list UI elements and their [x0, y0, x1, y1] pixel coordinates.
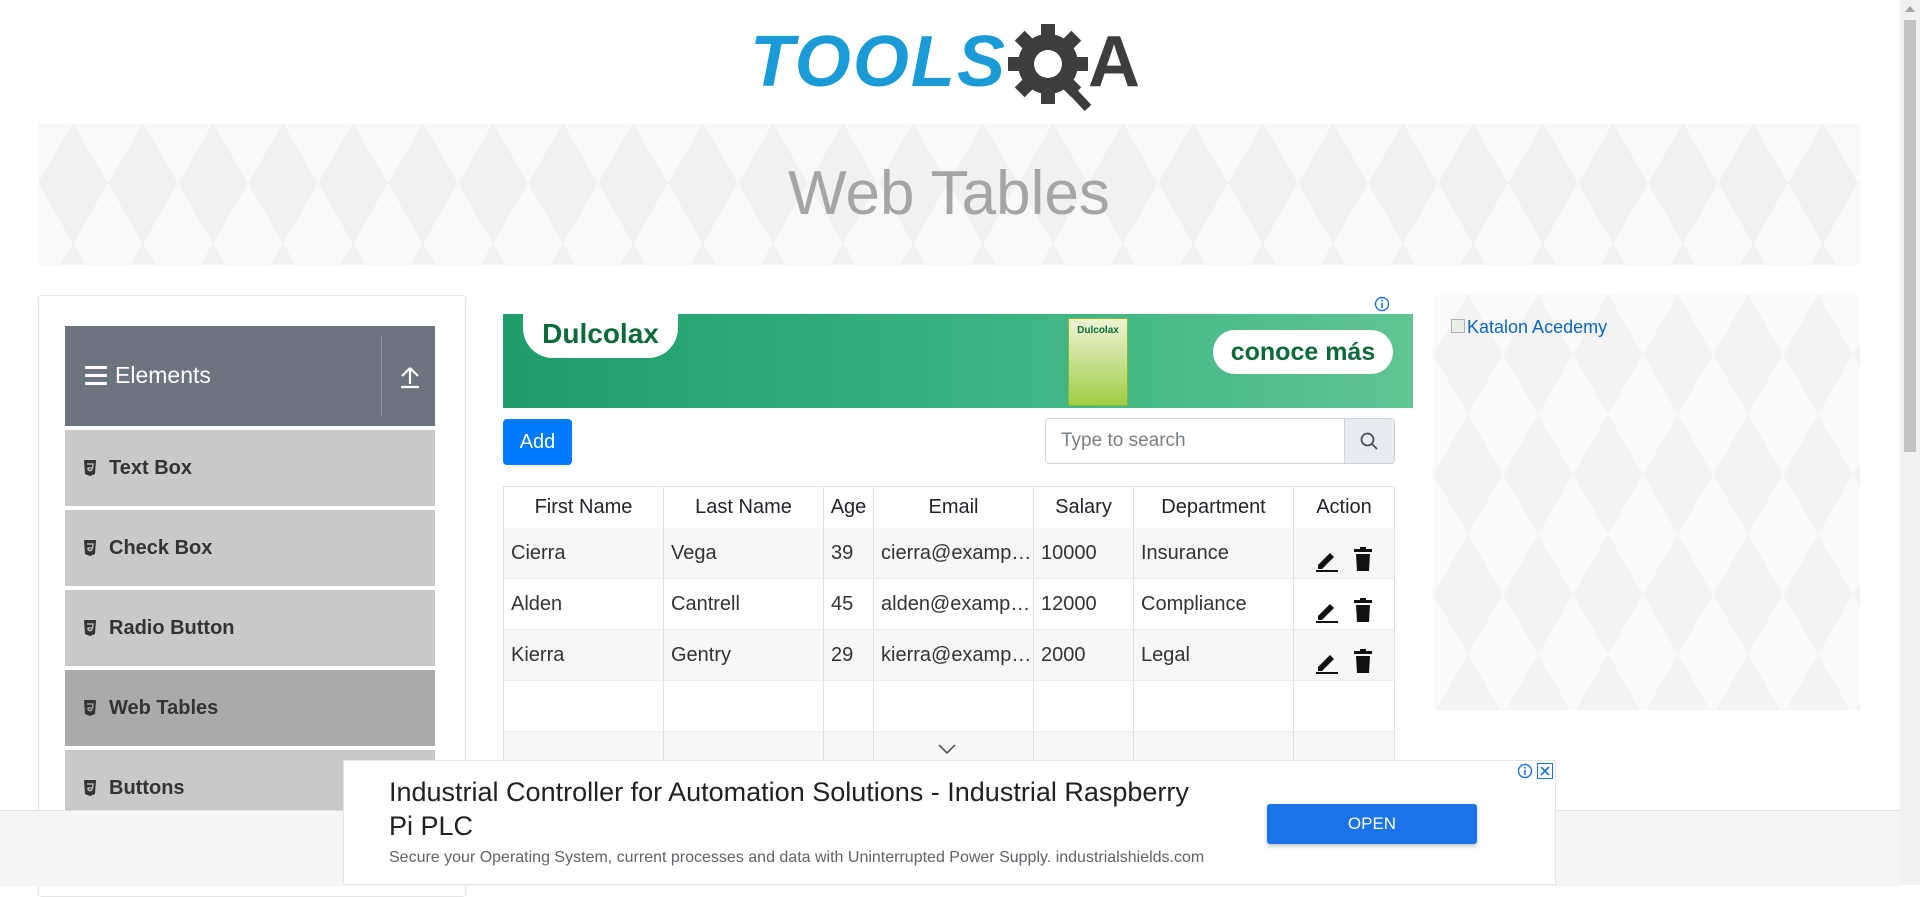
broken-image-icon [1451, 319, 1465, 333]
column-header-action: Action [1316, 496, 1372, 518]
ad-product-image: Dulcolax [1068, 318, 1128, 406]
cell-age: 29 [824, 630, 874, 680]
sidebar-item-label: Check Box [109, 537, 213, 559]
web-table: First Name Last Name Age Email Salary De… [503, 486, 1395, 766]
scroll-thumb[interactable] [1904, 20, 1916, 452]
ad-alt-text[interactable]: Katalon Acedemy [1467, 317, 1607, 338]
html5-icon [83, 700, 97, 716]
column-header-last-name[interactable]: Last Name [664, 487, 824, 528]
sidebar-item-web-tables[interactable]: Web Tables [65, 668, 435, 746]
cell-department: Insurance [1134, 528, 1294, 578]
dulcolax-ad-banner[interactable]: Dulcolax Dulcolax conoce más [503, 314, 1413, 408]
html5-icon [83, 620, 97, 636]
toolsqa-logo[interactable]: TOOLS A [750, 18, 1152, 114]
ad-description: Secure your Operating System, current pr… [389, 849, 1205, 866]
close-icon[interactable] [1537, 763, 1553, 779]
search-button[interactable] [1344, 419, 1394, 463]
hamburger-icon [85, 366, 107, 386]
cell-first-name: Alden [504, 579, 664, 629]
logo-text-tools: TOOLS [750, 22, 1005, 102]
elements-group-header[interactable]: Elements [65, 326, 435, 426]
column-header-salary[interactable]: Salary [1034, 487, 1134, 528]
cell-email: cierra@example.com [874, 528, 1034, 578]
ad-info-icon[interactable] [1374, 296, 1390, 312]
cell-last-name: Cantrell [664, 579, 824, 629]
delete-icon[interactable] [1350, 592, 1376, 622]
ad-cta-button[interactable]: conoce más [1213, 330, 1393, 374]
ad-headline[interactable]: Industrial Controller for Automation Sol… [389, 775, 1189, 843]
table-row-empty [504, 681, 1394, 732]
table-header: First Name Last Name Age Email Salary De… [504, 487, 1394, 529]
table-row: Cierra Vega 39 cierra@example.com 10000 … [504, 528, 1394, 579]
cell-action [1294, 579, 1394, 629]
cell-first-name: Cierra [504, 528, 664, 578]
html5-icon [83, 540, 97, 556]
column-header-department[interactable]: Department [1134, 487, 1294, 528]
ad-brand-logo: Dulcolax [523, 314, 678, 358]
sidebar-item-label: Radio Button [109, 617, 235, 639]
delete-icon[interactable] [1350, 643, 1376, 673]
chevron-down-icon[interactable] [937, 742, 957, 755]
group-title: Elements [115, 362, 211, 388]
cell-first-name: Kierra [504, 630, 664, 680]
cell-department: Legal [1134, 630, 1294, 680]
edit-icon[interactable] [1314, 592, 1340, 623]
html5-icon [83, 460, 97, 476]
ad-info-icon[interactable] [1517, 763, 1533, 779]
cell-last-name: Vega [664, 528, 824, 578]
page-scrollbar[interactable] [1900, 0, 1920, 885]
cell-salary: 10000 [1034, 528, 1134, 578]
cell-email: kierra@example.com [874, 630, 1034, 680]
cell-salary: 2000 [1034, 630, 1134, 680]
edit-icon[interactable] [1314, 643, 1340, 674]
cell-department: Compliance [1134, 579, 1294, 629]
search-box [1045, 418, 1395, 464]
sidebar-item-radio-button[interactable]: Radio Button [65, 588, 435, 666]
search-icon [1360, 432, 1378, 450]
cell-action [1294, 630, 1394, 680]
search-input[interactable] [1046, 419, 1344, 463]
sidebar-item-label: Web Tables [109, 697, 219, 719]
cell-action [1294, 528, 1394, 578]
page-banner: Web Tables [38, 124, 1860, 265]
collapse-up-icon[interactable] [399, 364, 421, 390]
table-row: Kierra Gentry 29 kierra@example.com 2000… [504, 630, 1394, 681]
bottom-anchor-ad[interactable]: Industrial Controller for Automation Sol… [343, 760, 1556, 885]
sidebar-item-text-box[interactable]: Text Box [65, 428, 435, 506]
sidebar-item-label: Text Box [109, 457, 192, 479]
add-record-button[interactable]: Add [503, 419, 572, 465]
sidebar-item-check-box[interactable]: Check Box [65, 508, 435, 586]
cell-age: 45 [824, 579, 874, 629]
divider [381, 336, 382, 416]
cell-salary: 12000 [1034, 579, 1134, 629]
column-header-email[interactable]: Email [874, 487, 1034, 528]
html5-icon [83, 780, 97, 796]
cell-age: 39 [824, 528, 874, 578]
sidebar-item-label: Buttons [109, 777, 185, 799]
logo-text-qa: A [1088, 22, 1140, 102]
page-title: Web Tables [788, 159, 1110, 228]
delete-icon[interactable] [1350, 541, 1376, 571]
edit-icon[interactable] [1314, 541, 1340, 572]
cell-email: alden@example.com [874, 579, 1034, 629]
scroll-up-arrow-icon[interactable] [1905, 6, 1915, 12]
column-header-first-name[interactable]: First Name [504, 487, 664, 528]
table-row: Alden Cantrell 45 alden@example.com 1200… [504, 579, 1394, 630]
ad-open-button[interactable]: OPEN [1267, 804, 1477, 844]
katalon-ad[interactable]: Katalon Acedemy [1433, 295, 1860, 710]
column-header-age[interactable]: Age [824, 487, 874, 528]
cell-last-name: Gentry [664, 630, 824, 680]
